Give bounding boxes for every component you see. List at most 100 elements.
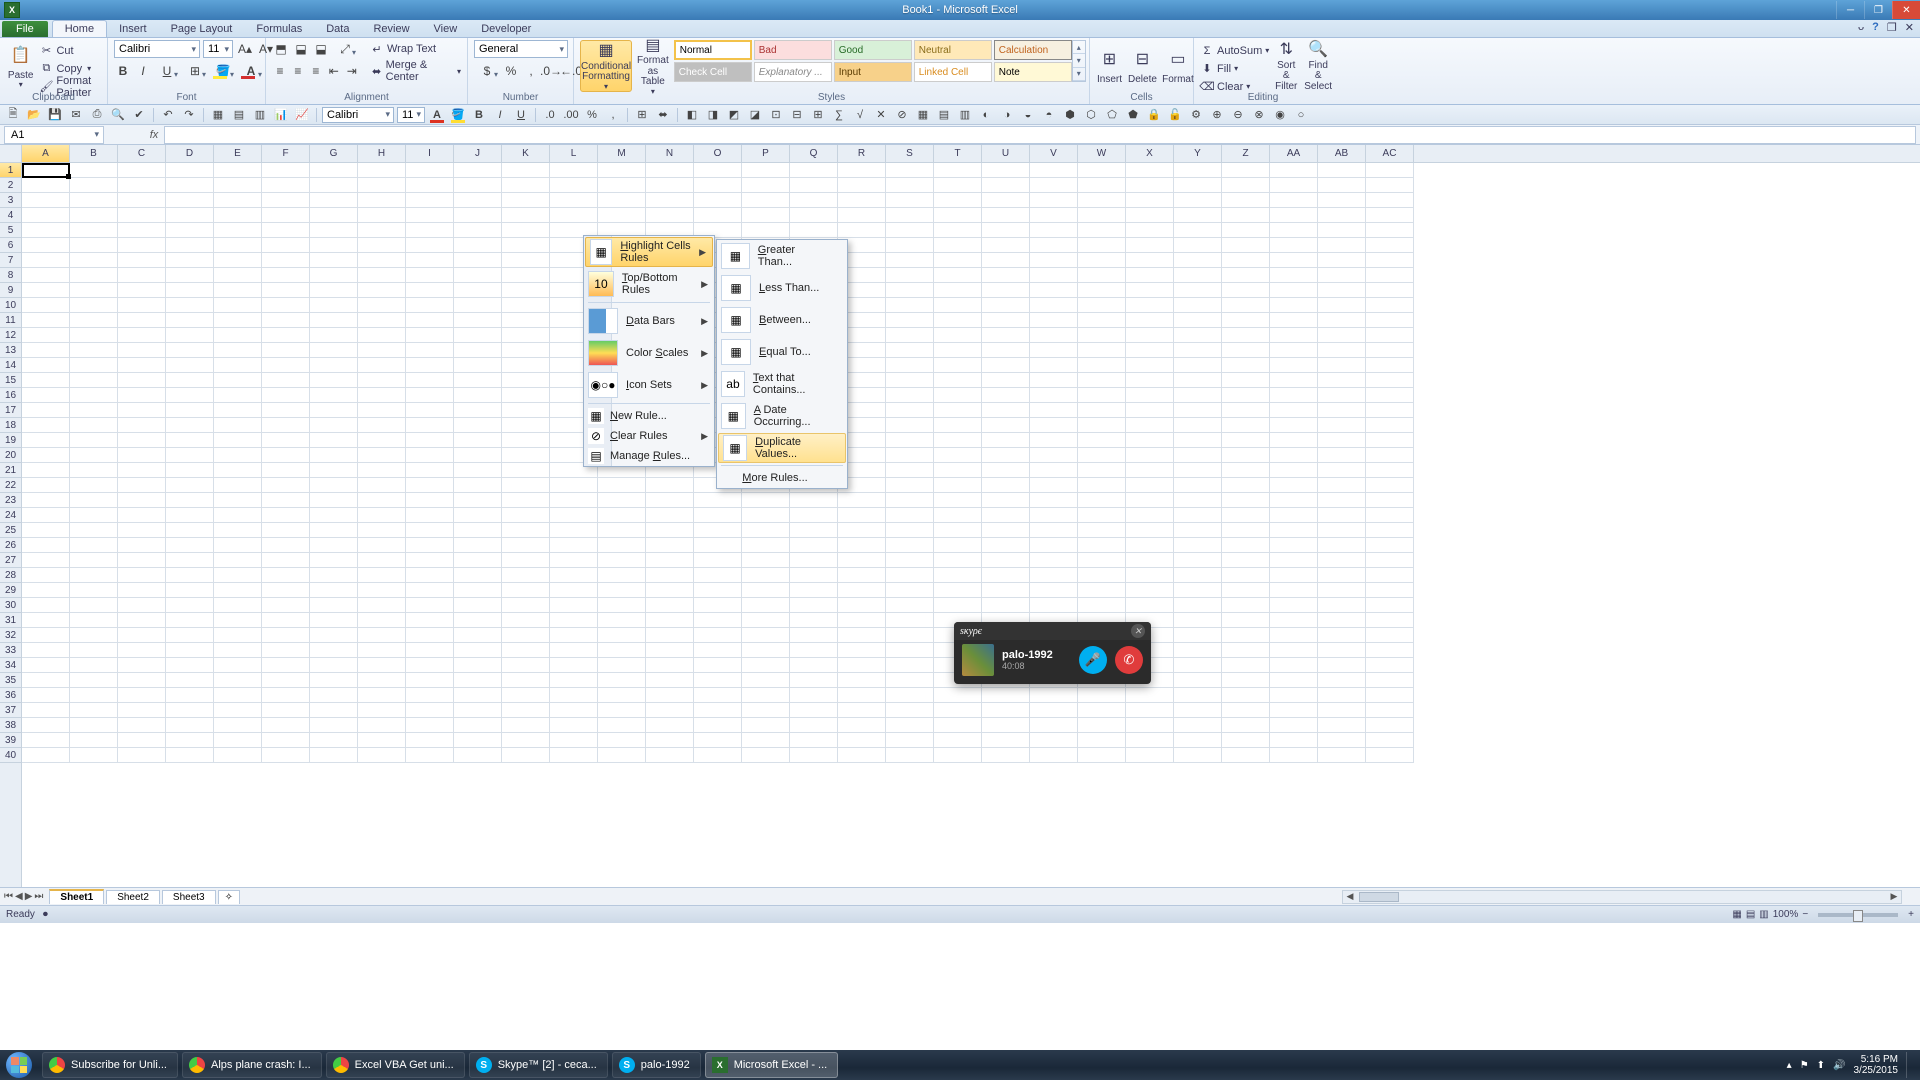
cell[interactable]: [214, 583, 262, 598]
cell[interactable]: [310, 313, 358, 328]
cell[interactable]: [166, 358, 214, 373]
cell[interactable]: [742, 673, 790, 688]
cell[interactable]: [22, 163, 70, 178]
cell[interactable]: [166, 523, 214, 538]
cell[interactable]: [358, 343, 406, 358]
doc-restore-icon[interactable]: ❐: [1887, 21, 1897, 34]
cell[interactable]: [550, 583, 598, 598]
cell[interactable]: [982, 478, 1030, 493]
cell[interactable]: [70, 358, 118, 373]
cell[interactable]: [934, 283, 982, 298]
cell[interactable]: [934, 238, 982, 253]
cell[interactable]: [118, 598, 166, 613]
cell[interactable]: [214, 313, 262, 328]
cell[interactable]: [358, 358, 406, 373]
cell[interactable]: [358, 583, 406, 598]
cell[interactable]: [982, 403, 1030, 418]
cell[interactable]: [262, 328, 310, 343]
zoom-out-icon[interactable]: −: [1802, 909, 1808, 920]
cell[interactable]: [1366, 508, 1414, 523]
cell[interactable]: [262, 298, 310, 313]
cell[interactable]: [454, 508, 502, 523]
cell[interactable]: [1270, 553, 1318, 568]
cell[interactable]: [694, 688, 742, 703]
zoom-level[interactable]: 100%: [1773, 909, 1799, 920]
cell[interactable]: [406, 493, 454, 508]
cell[interactable]: [742, 553, 790, 568]
row-header[interactable]: 14: [0, 358, 21, 373]
cell[interactable]: [886, 373, 934, 388]
cell[interactable]: [694, 703, 742, 718]
cell[interactable]: [886, 298, 934, 313]
cell[interactable]: [1174, 688, 1222, 703]
cell[interactable]: [1318, 538, 1366, 553]
cell[interactable]: [1222, 628, 1270, 643]
cell[interactable]: [166, 598, 214, 613]
cell[interactable]: [790, 163, 838, 178]
cell[interactable]: [982, 748, 1030, 763]
cell[interactable]: [982, 688, 1030, 703]
cell[interactable]: [934, 508, 982, 523]
cell[interactable]: [694, 493, 742, 508]
cell[interactable]: [886, 553, 934, 568]
cell[interactable]: [1078, 463, 1126, 478]
cell[interactable]: [406, 673, 454, 688]
cell[interactable]: [166, 373, 214, 388]
cell[interactable]: [982, 328, 1030, 343]
cell[interactable]: [790, 523, 838, 538]
menu-date-occurring[interactable]: ▦A Date Occurring...: [717, 400, 847, 432]
menu-highlight-cells-rules[interactable]: ▦ Highlight Cells Rules ▶: [585, 237, 713, 267]
cell[interactable]: [502, 748, 550, 763]
cell[interactable]: [502, 238, 550, 253]
cell[interactable]: [982, 463, 1030, 478]
qat-fontcolor[interactable]: A: [428, 107, 446, 123]
cell[interactable]: [1318, 508, 1366, 523]
indent-dec-icon[interactable]: ⇤: [326, 62, 342, 80]
qat-preview-icon[interactable]: 🔍: [109, 107, 127, 123]
cell[interactable]: [886, 733, 934, 748]
cell[interactable]: [598, 553, 646, 568]
cell[interactable]: [502, 628, 550, 643]
cell[interactable]: [1366, 538, 1414, 553]
cell[interactable]: [1174, 343, 1222, 358]
cell[interactable]: [118, 538, 166, 553]
cell[interactable]: [1078, 493, 1126, 508]
cell[interactable]: [22, 613, 70, 628]
cell[interactable]: [22, 673, 70, 688]
cell[interactable]: [310, 478, 358, 493]
cell[interactable]: [454, 343, 502, 358]
cell[interactable]: [1174, 253, 1222, 268]
cell[interactable]: [166, 163, 214, 178]
cell[interactable]: [1126, 238, 1174, 253]
cell[interactable]: [886, 598, 934, 613]
cell[interactable]: [1030, 583, 1078, 598]
cell[interactable]: [406, 388, 454, 403]
cell[interactable]: [22, 508, 70, 523]
cell[interactable]: [22, 298, 70, 313]
sort-filter-button[interactable]: ⇅Sort & Filter: [1273, 40, 1299, 92]
tray-network-icon[interactable]: ⬆: [1817, 1060, 1825, 1071]
qat-misc19[interactable]: ⬢: [1061, 107, 1079, 123]
cell[interactable]: [358, 163, 406, 178]
taskbar-item[interactable]: XMicrosoft Excel - ...: [705, 1052, 839, 1078]
cell[interactable]: [214, 388, 262, 403]
cell[interactable]: [358, 538, 406, 553]
cell[interactable]: [454, 613, 502, 628]
cell[interactable]: [70, 298, 118, 313]
cell[interactable]: [1030, 238, 1078, 253]
cell[interactable]: [934, 568, 982, 583]
cell[interactable]: [1030, 703, 1078, 718]
cell[interactable]: [1126, 718, 1174, 733]
qat-misc3[interactable]: ◩: [725, 107, 743, 123]
cell[interactable]: [310, 718, 358, 733]
insert-cells-button[interactable]: ⊞Insert: [1096, 40, 1123, 92]
select-all-button[interactable]: [0, 145, 21, 163]
cell[interactable]: [838, 178, 886, 193]
cell[interactable]: [646, 553, 694, 568]
cell[interactable]: [454, 298, 502, 313]
cell[interactable]: [598, 703, 646, 718]
cell[interactable]: [1270, 298, 1318, 313]
cell[interactable]: [1318, 673, 1366, 688]
row-header[interactable]: 5: [0, 223, 21, 238]
cell[interactable]: [70, 163, 118, 178]
